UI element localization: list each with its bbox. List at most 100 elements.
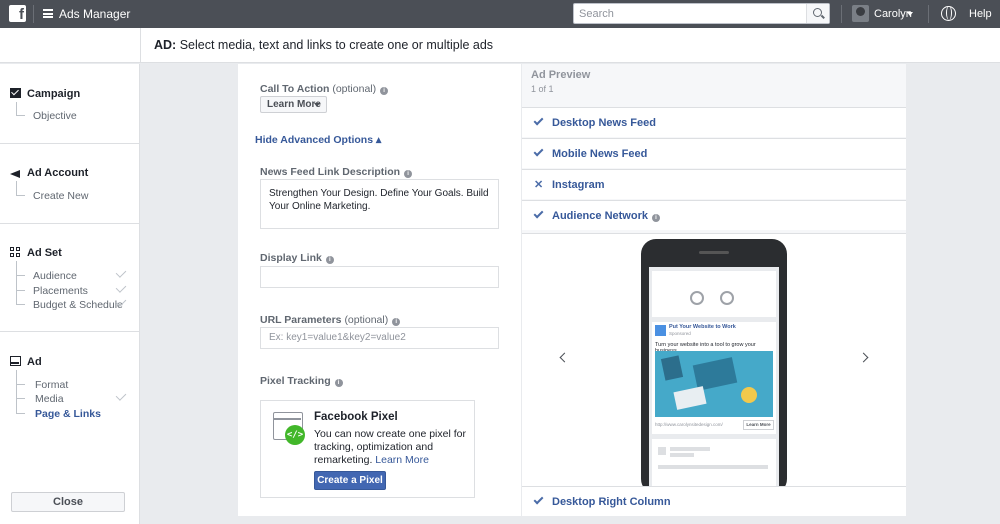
sidebar-item-objective[interactable]: Objective [33,110,77,122]
phone-screen: Put Your Website to Work Sponsored Turn … [649,267,779,489]
check-icon [533,146,544,157]
sidebar-section-campaign: Campaign Objective [0,64,139,144]
help-link[interactable]: Help [969,8,992,20]
facebook-pixel-card: </> Facebook Pixel You can now create on… [260,400,475,498]
page-title-text: Select media, text and links to create o… [176,38,494,52]
cta-dropdown[interactable]: Learn More [260,96,327,113]
header-divider [140,28,141,63]
mock-ad-button: Learn More [743,420,774,430]
mock-ad-headline: Put Your Website to Work [669,324,736,330]
placement-desktop-right-column[interactable]: Desktop Right Column [522,486,906,516]
sidebar-item-ad[interactable]: Ad [10,356,42,368]
tree-line [16,370,17,413]
chevron-up-icon: ▴ [375,134,382,146]
info-icon[interactable]: i [334,379,343,387]
menu-icon[interactable] [43,9,53,18]
placement-audience-network[interactable]: Audience Network i [522,200,906,230]
url-params-label-text: URL Parameters [260,314,342,326]
placement-label: Mobile News Feed [552,148,648,160]
checkbox-icon [10,87,21,98]
grid-icon [10,247,21,257]
check-icon [115,282,127,293]
display-link-input[interactable] [260,266,499,288]
tree-line [16,115,25,116]
feed-card-placeholder [652,439,776,489]
placement-mobile-news-feed[interactable]: Mobile News Feed [522,138,906,168]
close-icon: ✕ [534,179,544,191]
sidebar-item-label: Ad Account [27,167,89,179]
sidebar-item-page-links[interactable]: Page & Links [35,408,101,420]
check-icon [533,115,544,126]
check-icon [115,390,127,401]
search-button[interactable] [806,4,829,23]
tree-line [16,384,25,385]
top-bar: f Ads Manager Carolyn Help [0,0,1000,28]
preview-stage: Put Your Website to Work Sponsored Turn … [522,233,906,494]
tree-line [16,195,25,196]
placement-desktop-news-feed[interactable]: Desktop News Feed [522,107,906,137]
chevron-down-icon [314,103,320,107]
sidebar-item-media[interactable]: Media [35,393,64,405]
info-icon[interactable]: i [380,87,389,95]
tree-line [16,181,17,195]
ad-preview-icon [10,356,21,366]
facebook-logo-icon[interactable]: f [9,5,26,22]
close-button[interactable]: Close [11,492,125,512]
sidebar-item-placements[interactable]: Placements [33,285,88,297]
cta-label: Call To Action (optional) i [260,83,389,95]
sidebar-item-format[interactable]: Format [35,379,68,391]
tree-line [16,275,25,276]
check-icon [533,494,544,505]
sidebar-item-ad-account[interactable]: Ad Account [10,167,88,179]
pixel-description: You can now create one pixel for trackin… [314,428,474,467]
sidebar-section-ad-account: Ad Account Create New [0,144,139,224]
placement-label: Desktop News Feed [552,117,656,129]
info-icon[interactable]: i [325,256,334,264]
pixel-title: Facebook Pixel [314,411,398,423]
pixel-tracking-label: Pixel Tracking i [260,375,343,387]
chevron-down-icon[interactable] [907,12,913,16]
info-icon[interactable]: i [651,214,660,222]
ad-preview-panel: Ad Preview 1 of 1 Desktop News Feed Mobi… [522,64,906,516]
chevron-right-icon[interactable] [858,352,869,363]
mock-ad-sponsored: Sponsored [669,331,691,336]
url-params-input[interactable]: Ex: key1=value1&key2=value2 [260,327,499,349]
desc-label-text: News Feed Link Description [260,166,401,178]
preview-count: 1 of 1 [531,84,554,94]
phone-speaker [699,251,729,254]
learn-more-link[interactable]: Learn More [375,454,429,466]
info-icon[interactable]: i [404,170,413,178]
tree-line [16,261,17,304]
app-title[interactable]: Ads Manager [59,7,130,21]
advanced-link-text: Hide Advanced Options [255,134,374,146]
feed-card-placeholder [652,271,776,317]
chevron-left-icon[interactable] [559,352,570,363]
tree-line [16,304,25,305]
sidebar-item-create-new[interactable]: Create New [33,190,88,202]
info-icon[interactable]: i [392,318,401,326]
link-description-textarea[interactable]: Strengthen Your Design. Define Your Goal… [260,179,499,229]
sidebar-item-campaign[interactable]: Campaign [10,87,80,100]
mock-ad-card: Put Your Website to Work Sponsored Turn … [652,322,776,434]
check-icon [533,208,544,219]
url-params-label: URL Parameters (optional) i [260,314,401,326]
tree-line [16,413,25,414]
desc-label: News Feed Link Description i [260,166,413,178]
search-box [573,3,830,24]
avatar[interactable] [852,5,869,22]
pixel-tracking-label-text: Pixel Tracking [260,375,331,387]
cta-optional: (optional) [332,83,377,95]
sidebar-item-audience[interactable]: Audience [33,270,77,282]
hide-advanced-options-link[interactable]: Hide Advanced Options ▴ [255,134,381,146]
sidebar-item-ad-set[interactable]: Ad Set [10,247,62,259]
search-input[interactable] [574,4,806,23]
globe-icon[interactable] [941,6,956,21]
phone-mockup: Put Your Website to Work Sponsored Turn … [641,239,787,494]
search-icon [813,8,822,17]
megaphone-icon [10,167,21,178]
create-pixel-button[interactable]: Create a Pixel [314,471,386,490]
mock-ad-image [655,351,773,417]
mock-ad-url: http://www.carolynsitedesign.com/ [655,422,723,427]
placement-instagram[interactable]: ✕ Instagram [522,169,906,199]
sidebar-item-budget-schedule[interactable]: Budget & Schedule [33,299,123,311]
